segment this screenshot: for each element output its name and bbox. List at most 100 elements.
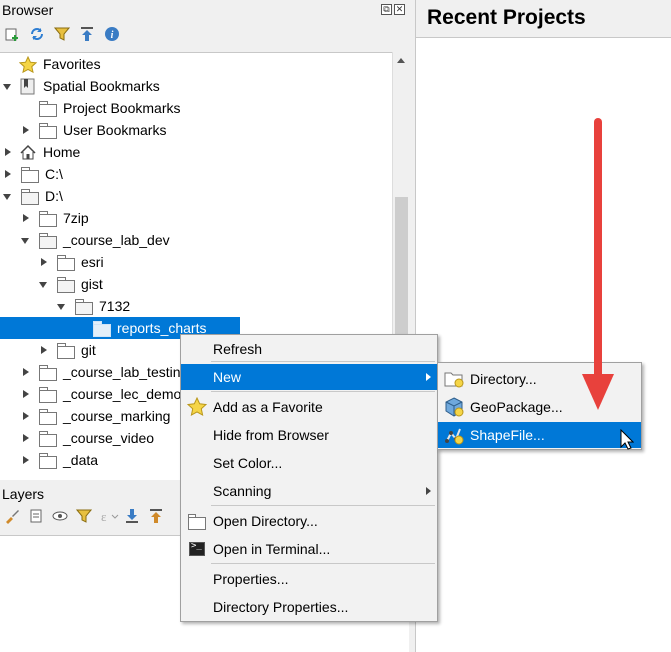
tree-item-label: esri	[81, 254, 104, 270]
expand-arrow-icon[interactable]	[3, 147, 13, 157]
folder-icon	[39, 387, 57, 403]
tree-item[interactable]: _course_lab_dev	[0, 229, 392, 251]
browser-toolbar: i	[4, 26, 120, 42]
collapse-arrow-icon[interactable]	[3, 81, 13, 91]
expand-arrow-icon[interactable]	[21, 389, 31, 399]
expand-arrow-icon[interactable]	[21, 125, 31, 135]
collapse-layers-icon[interactable]	[148, 508, 164, 524]
submenu-item-shapefile[interactable]: ShapeFile...	[438, 422, 641, 448]
folder-icon	[21, 167, 39, 183]
scroll-up-icon[interactable]	[397, 58, 405, 63]
submenu-arrow-icon	[426, 373, 431, 381]
menu-item-properties[interactable]: Properties...	[181, 566, 437, 592]
folder-icon	[39, 431, 57, 447]
tree-item[interactable]: User Bookmarks	[0, 119, 392, 141]
menu-item-label: Set Color...	[213, 455, 283, 471]
style-brush-icon[interactable]	[4, 508, 20, 524]
home-icon	[19, 144, 36, 161]
expand-arrow-icon[interactable]	[21, 411, 31, 421]
folder-icon	[39, 233, 57, 249]
menu-item-label: Refresh	[213, 341, 263, 357]
tree-item[interactable]: esri	[0, 251, 392, 273]
folder-icon	[39, 409, 57, 425]
menu-item-hide-from-browser[interactable]: Hide from Browser	[181, 422, 437, 448]
menu-separator	[211, 391, 435, 392]
collapse-arrow-icon[interactable]	[3, 191, 13, 201]
tree-item[interactable]: Spatial Bookmarks	[0, 75, 392, 97]
tree-item[interactable]: Home	[0, 141, 392, 163]
info-icon[interactable]: i	[104, 26, 120, 42]
menu-item-directory-properties[interactable]: Directory Properties...	[181, 594, 437, 620]
menu-separator	[211, 563, 435, 564]
expression-filter-icon[interactable]: ε	[100, 508, 119, 524]
expand-arrow-icon[interactable]	[21, 213, 31, 223]
folder-icon	[39, 365, 57, 381]
scrollbar-thumb[interactable]	[395, 197, 408, 357]
submenu-item-label: GeoPackage...	[470, 399, 563, 415]
annotation-arrow	[582, 118, 614, 410]
tree-item-label: _course_lec_demo	[63, 386, 182, 402]
collapse-arrow-icon[interactable]	[57, 301, 67, 311]
folder-icon	[21, 189, 39, 205]
expand-arrow-icon[interactable]	[21, 455, 31, 465]
context-menu: Refresh New Add as a Favorite Hide from Bro…	[180, 334, 438, 622]
recent-projects-pane: Recent Projects	[416, 0, 671, 652]
layers-panel-title: Layers	[2, 486, 45, 502]
menu-item-open-in-terminal[interactable]: Open in Terminal...	[181, 536, 437, 562]
folder-icon	[39, 123, 57, 139]
menu-item-add-as-a-favorite[interactable]: Add as a Favorite	[181, 394, 437, 420]
menu-item-label: Directory Properties...	[213, 599, 349, 615]
menu-item-scanning[interactable]: Scanning	[181, 478, 437, 504]
expand-arrow-icon[interactable]	[3, 169, 13, 179]
expand-arrow-icon[interactable]	[39, 345, 49, 355]
browser-dock-controls: ⧉ ✕	[381, 4, 405, 15]
recent-projects-header: Recent Projects	[416, 0, 671, 38]
menu-item-label: Add as a Favorite	[213, 399, 323, 415]
visibility-eye-icon[interactable]	[52, 508, 68, 524]
tree-item-label: _course_video	[63, 430, 155, 446]
close-panel-button[interactable]: ✕	[394, 4, 405, 15]
tree-item[interactable]: D:\	[0, 185, 392, 207]
svg-text:ε: ε	[101, 509, 107, 524]
filter-icon[interactable]	[53, 26, 71, 42]
tree-item[interactable]: Favorites	[0, 53, 392, 75]
tree-item[interactable]: 7132	[0, 295, 392, 317]
collapse-arrow-icon[interactable]	[39, 279, 49, 289]
shapefile-icon	[444, 425, 464, 445]
new-folder-icon	[444, 369, 464, 389]
add-group-icon[interactable]	[28, 508, 44, 524]
tree-item-label: Spatial Bookmarks	[43, 78, 160, 94]
tree-item-label: git	[81, 342, 96, 358]
menu-separator	[211, 505, 435, 506]
folder-icon	[93, 321, 111, 337]
refresh-icon[interactable]	[29, 26, 45, 42]
menu-item-new[interactable]: New	[181, 364, 437, 390]
tree-item-label: gist	[81, 276, 103, 292]
tree-item-label: _course_lab_testing	[63, 364, 189, 380]
expand-arrow-icon[interactable]	[21, 433, 31, 443]
expand-arrow-icon[interactable]	[21, 367, 31, 377]
tree-item[interactable]: 7zip	[0, 207, 392, 229]
geopackage-icon	[444, 397, 464, 417]
float-panel-button[interactable]: ⧉	[381, 4, 392, 15]
svg-text:i: i	[111, 30, 114, 41]
menu-item-set-color[interactable]: Set Color...	[181, 450, 437, 476]
expand-all-icon[interactable]	[124, 508, 140, 524]
tree-item-label: _course_lab_dev	[63, 232, 170, 248]
tree-item[interactable]: gist	[0, 273, 392, 295]
add-layer-icon[interactable]	[4, 26, 20, 42]
folder-icon	[57, 277, 75, 293]
expand-arrow-icon[interactable]	[39, 257, 49, 267]
menu-item-open-directory[interactable]: Open Directory...	[181, 508, 437, 534]
star-icon	[18, 55, 38, 73]
collapse-all-icon[interactable]	[79, 26, 95, 42]
folder-icon	[57, 255, 75, 271]
menu-item-label: Properties...	[213, 571, 289, 587]
collapse-arrow-icon[interactable]	[21, 235, 31, 245]
filter-legend-icon[interactable]	[75, 508, 93, 524]
tree-item[interactable]: Project Bookmarks	[0, 97, 392, 119]
menu-item-refresh[interactable]: Refresh	[181, 336, 437, 362]
tree-item[interactable]: C:\	[0, 163, 392, 185]
